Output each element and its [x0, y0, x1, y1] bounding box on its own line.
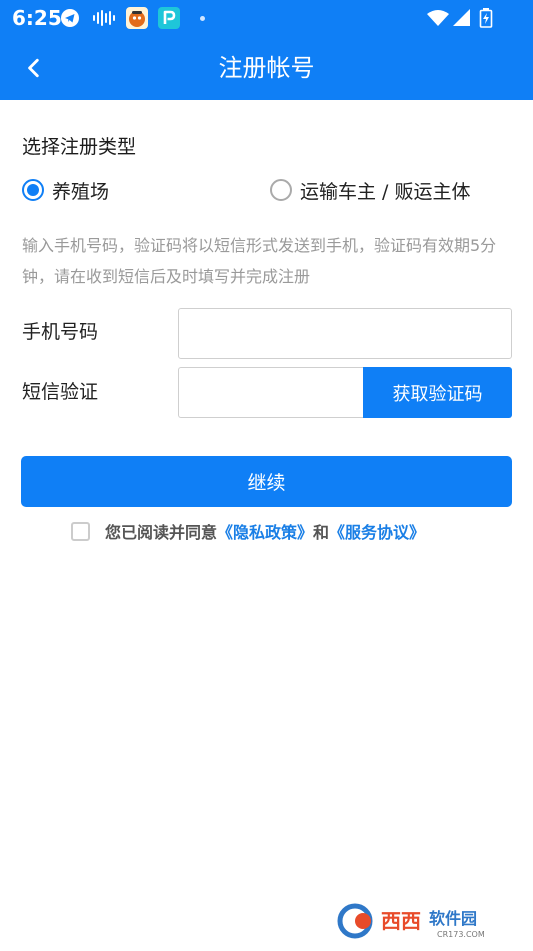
svg-text:软件园: 软件园 — [429, 909, 477, 928]
agreement-prefix: 您已阅读并同意 — [105, 523, 218, 542]
watermark-logo: 西西 软件园 CR173.COM — [333, 900, 513, 942]
phone-label: 手机号码 — [22, 321, 99, 343]
radio-option-label: 运输车主 / 贩运主体 — [300, 180, 471, 203]
status-bar: 6:25 — [0, 0, 533, 36]
svg-text:CR173.COM: CR173.COM — [437, 930, 485, 939]
privacy-policy-link[interactable]: 《隐私政策》 — [217, 519, 313, 543]
chevron-left-icon — [28, 58, 39, 78]
radio-unchecked-icon — [270, 179, 292, 201]
wifi-icon — [426, 8, 450, 28]
back-button[interactable] — [14, 48, 54, 88]
status-time: 6:25 — [12, 6, 62, 30]
radio-option-label: 养殖场 — [52, 180, 110, 203]
telegram-icon — [60, 8, 80, 28]
app-avatar-icon — [126, 7, 148, 29]
registration-hint: 输入手机号码，验证码将以短信形式发送到手机，验证码有效期5分钟，请在收到短信后及… — [22, 236, 497, 286]
app-bar: 注册帐号 — [0, 36, 533, 100]
svg-text:西西: 西西 — [381, 909, 421, 933]
notification-dot-icon — [200, 16, 205, 21]
battery-charging-icon — [479, 8, 493, 28]
agreement-row: 您已阅读并同意 《隐私政策》 和 《服务协议》 — [71, 518, 425, 544]
radio-option-farm[interactable]: 养殖场 — [22, 174, 109, 206]
agreement-joiner: 和 — [313, 523, 330, 542]
get-code-button[interactable]: 获取验证码 — [363, 367, 512, 418]
sms-code-input[interactable] — [178, 367, 363, 418]
radio-checked-icon — [22, 179, 44, 201]
pay-app-icon — [158, 7, 180, 29]
phone-input[interactable] — [178, 308, 512, 359]
agreement-checkbox[interactable] — [71, 521, 90, 541]
sms-label: 短信验证 — [22, 381, 99, 403]
service-agreement-link[interactable]: 《服务协议》 — [329, 519, 425, 543]
continue-button[interactable]: 继续 — [21, 456, 512, 507]
radio-option-transport[interactable]: 运输车主 / 贩运主体 — [270, 174, 470, 206]
audio-wave-icon — [92, 8, 116, 28]
cell-signal-icon — [452, 8, 472, 28]
register-type-title: 选择注册类型 — [22, 136, 137, 158]
page-title: 注册帐号 — [218, 54, 315, 82]
